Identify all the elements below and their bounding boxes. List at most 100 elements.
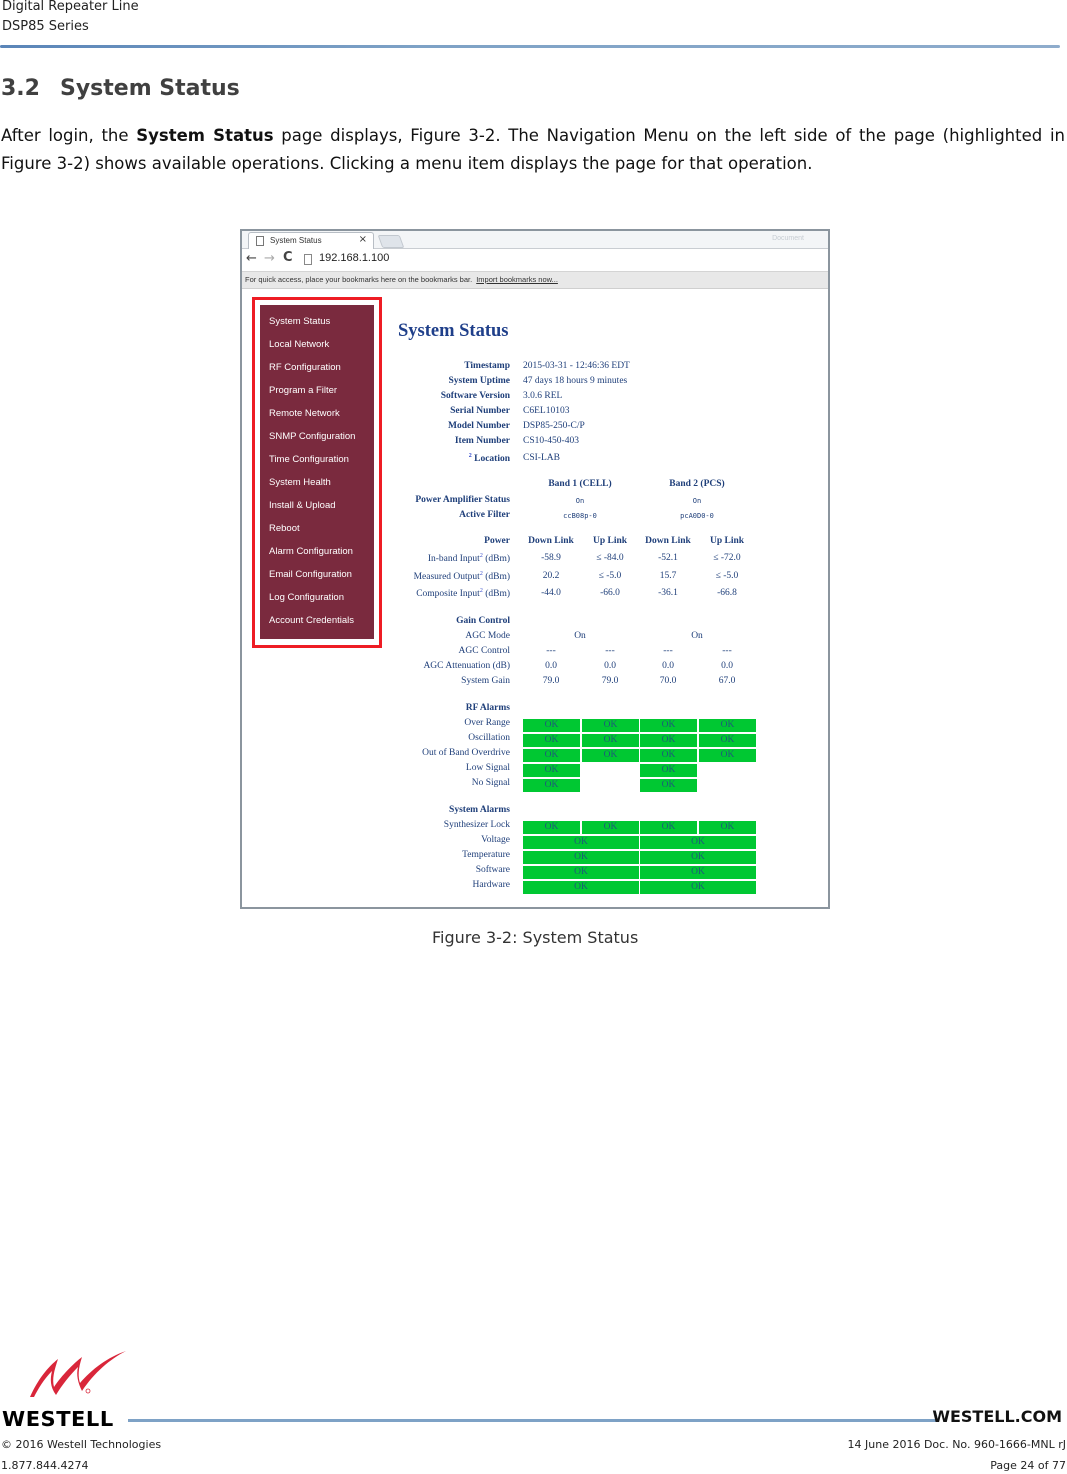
info-value: CSI-LAB	[523, 453, 560, 463]
alarm-status-cell: OK	[640, 764, 697, 777]
sidebar-item-log-configuration[interactable]: Log Configuration	[269, 592, 344, 603]
agc-mode-value: On	[574, 631, 586, 641]
westell-logo-icon	[30, 1351, 126, 1397]
sidebar-item-rf-configuration[interactable]: RF Configuration	[269, 362, 341, 373]
close-icon[interactable]: ×	[359, 234, 367, 245]
browser-tab[interactable]: System Status ×	[248, 232, 374, 250]
figure-caption: Figure 3-2: System Status	[432, 928, 639, 947]
alarm-status-cell: OK	[523, 881, 639, 894]
pa-status-value: On	[692, 497, 702, 505]
header-series: DSP85 Series	[2, 19, 89, 34]
address-bar[interactable]: 192.168.1.100	[319, 252, 389, 264]
para-text: After login, the	[1, 126, 137, 145]
gain-value: 0.0	[662, 661, 674, 671]
active-filter-value: pcA0D0-0	[680, 512, 714, 520]
info-value: 3.0.6 REL	[523, 391, 563, 401]
sidebar-item-install-upload[interactable]: Install & Upload	[269, 500, 336, 511]
label-text: Over Range	[464, 718, 510, 728]
sidebar-item-snmp-configuration[interactable]: SNMP Configuration	[269, 431, 355, 442]
forward-arrow-icon[interactable]: →	[264, 251, 275, 266]
sidebar-item-email-configuration[interactable]: Email Configuration	[269, 569, 352, 580]
alarm-status-cell: OK	[640, 881, 756, 894]
power-column-header: Down Link	[528, 536, 574, 546]
gain-value: ---	[663, 646, 673, 656]
reload-icon[interactable]: C	[283, 250, 293, 265]
sidebar-item-local-network[interactable]: Local Network	[269, 339, 329, 350]
new-tab-button[interactable]	[377, 235, 405, 248]
power-row-label: In-band Input2 (dBm)	[428, 553, 510, 564]
tab-strip: System Status × Document	[242, 231, 828, 250]
unit-text: (dBm)	[482, 554, 510, 565]
label-text: System Gain	[461, 676, 510, 686]
page-icon	[304, 254, 312, 265]
section-title: System Status	[60, 76, 240, 101]
system-alarm-label: Temperature	[462, 850, 510, 860]
gain-value: 0.0	[604, 661, 616, 671]
footnote-marker[interactable]: 2	[469, 453, 472, 459]
info-value: CS10-450-403	[523, 436, 579, 446]
label-text: Power Amplifier Status	[415, 495, 510, 505]
footer-page-number: Page 24 of 77	[990, 1459, 1066, 1472]
gain-row-label: AGC Attenuation (dB)	[423, 661, 510, 671]
back-arrow-icon[interactable]: ←	[246, 251, 257, 266]
sidebar-item-system-status[interactable]: System Status	[269, 316, 330, 327]
alarm-status-cell: OK	[523, 821, 580, 834]
power-value: -52.1	[658, 553, 678, 563]
label-text: Low Signal	[465, 763, 510, 773]
rf-alarm-label: Out of Band Overdrive	[422, 748, 510, 758]
alarm-status-cell: OK	[523, 764, 580, 777]
label-text: Temperature	[462, 850, 510, 860]
bookmarks-bar: For quick access, place your bookmarks h…	[242, 271, 828, 289]
gain-value: 79.0	[601, 676, 619, 686]
alarm-status-cell: OK	[640, 821, 697, 834]
sidebar-item-alarm-configuration[interactable]: Alarm Configuration	[269, 546, 353, 557]
alarm-status-cell: OK	[640, 836, 756, 849]
power-row-label: Measured Output2 (dBm)	[414, 571, 510, 582]
footer-divider	[128, 1419, 938, 1422]
sidebar-item-remote-network[interactable]: Remote Network	[269, 408, 340, 419]
label-text: Composite Input	[416, 589, 480, 600]
active-filter-label: Active Filter	[459, 510, 510, 520]
alarm-status-cell: OK	[640, 851, 756, 864]
info-label: System Uptime	[449, 376, 510, 386]
navigation-menu: System Status Local Network RF Configura…	[260, 305, 374, 639]
label-text: Measured Output	[413, 572, 480, 583]
sidebar-item-time-configuration[interactable]: Time Configuration	[269, 454, 349, 465]
sidebar-item-system-health[interactable]: System Health	[269, 477, 331, 488]
tab-title: System Status	[270, 236, 322, 245]
unit-text: (dBm)	[482, 572, 510, 583]
import-bookmarks-link[interactable]: Import bookmarks now...	[476, 275, 558, 284]
label-text: System Uptime	[448, 376, 510, 386]
rf-alarm-label: Over Range	[464, 718, 510, 728]
gain-value: 79.0	[542, 676, 560, 686]
label-text: Location	[474, 454, 510, 465]
footer-doc-number: 14 June 2016 Doc. No. 960-1666-MNL rJ	[847, 1438, 1066, 1451]
alarm-status-cell: OK	[640, 734, 697, 747]
power-column-header: Up Link	[592, 536, 628, 546]
label-text: System Alarms	[449, 805, 510, 815]
power-value: -36.1	[658, 588, 678, 598]
window-label: Document	[772, 235, 804, 242]
alarm-status-cell: OK	[523, 779, 580, 792]
power-value: ≤ -72.0	[713, 553, 741, 563]
sidebar-item-account-credentials[interactable]: Account Credentials	[269, 615, 354, 626]
sidebar-item-program-filter[interactable]: Program a Filter	[269, 385, 337, 396]
page-title: System Status	[398, 321, 509, 341]
info-label: Serial Number	[450, 406, 510, 416]
system-alarm-label: Voltage	[481, 835, 510, 845]
power-value: -58.9	[541, 553, 561, 563]
alarm-status-cell: OK	[523, 734, 580, 747]
system-alarms-label: System Alarms	[449, 805, 510, 815]
power-value: 20.2	[542, 571, 560, 581]
unit-text: (dBm)	[482, 589, 510, 600]
section-number: 3.2	[1, 76, 40, 101]
gain-value: 70.0	[659, 676, 677, 686]
gain-value: 0.0	[545, 661, 557, 671]
sidebar-item-reboot[interactable]: Reboot	[269, 523, 300, 534]
active-filter-value: ccB08p-0	[563, 512, 597, 520]
label-text: Oscillation	[468, 733, 510, 743]
label-text: Active Filter	[459, 510, 510, 520]
header-product-line: Digital Repeater Line	[2, 0, 139, 14]
alarm-status-cell: OK	[523, 866, 639, 879]
label-text: Hardware	[472, 880, 510, 890]
